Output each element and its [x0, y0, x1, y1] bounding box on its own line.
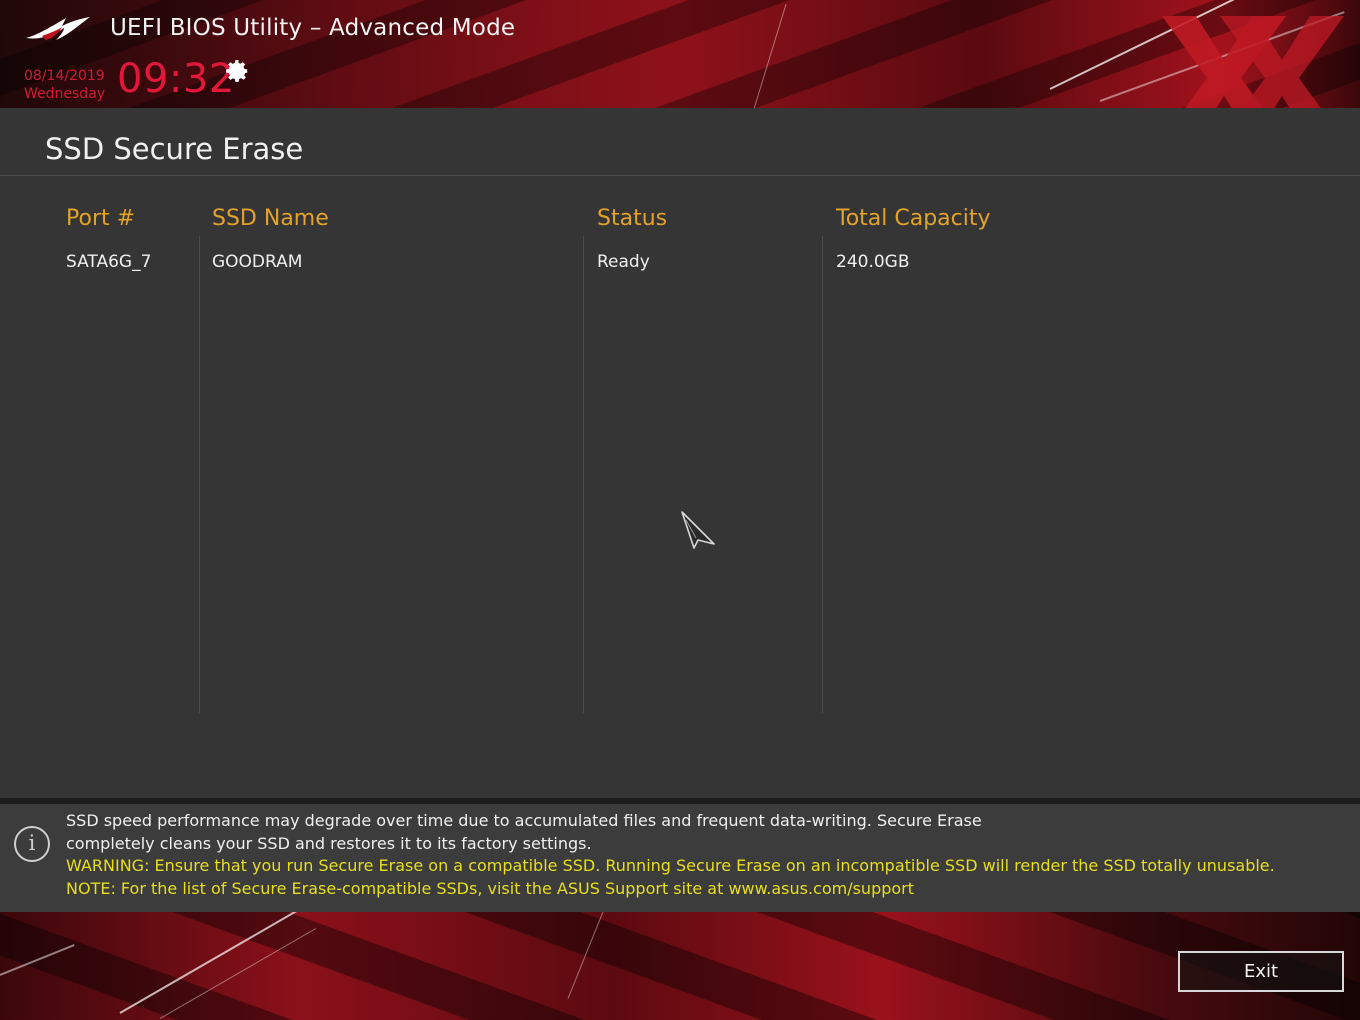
- weekday-text: Wednesday: [24, 86, 106, 102]
- title-divider: [0, 175, 1360, 176]
- note-text: NOTE: For the list of Secure Erase-compa…: [66, 878, 915, 898]
- rog-logo-icon: [26, 17, 90, 40]
- decorative-streak: [747, 4, 787, 108]
- info-icon: i: [14, 826, 50, 862]
- bottom-footer: Exit: [0, 912, 1360, 1020]
- column-divider: [199, 236, 200, 713]
- top-header: UEFI BIOS Utility – Advanced Mode 08/14/…: [0, 0, 1360, 108]
- cell-status[interactable]: Ready: [597, 252, 650, 272]
- info-line: completely cleans your SSD and restores …: [66, 833, 592, 853]
- decorative-streak: [567, 912, 605, 999]
- exit-button[interactable]: Exit: [1178, 951, 1344, 992]
- column-header-port: Port #: [66, 206, 136, 231]
- column-divider: [822, 236, 823, 713]
- cell-ssd-name[interactable]: GOODRAM: [212, 252, 302, 272]
- warning-text: WARNING: Ensure that you run Secure Eras…: [66, 856, 1275, 875]
- page-title: SSD Secure Erase: [45, 132, 304, 166]
- date-text: 08/14/2019: [24, 68, 105, 84]
- info-bar: i SSD speed performance may degrade over…: [0, 798, 1360, 912]
- cell-port[interactable]: SATA6G_7: [66, 252, 151, 272]
- column-divider: [583, 236, 584, 713]
- decorative-streak: [0, 944, 75, 976]
- date-display: 08/14/2019 Wednesday: [24, 67, 105, 103]
- decorative-streak: [119, 912, 303, 1014]
- column-header-ssd-name: SSD Name: [212, 206, 329, 231]
- decorative-streak: [159, 928, 317, 1019]
- app-title: UEFI BIOS Utility – Advanced Mode: [110, 15, 516, 41]
- main-panel: SSD Secure Erase Port # SSD Name Status …: [0, 108, 1360, 798]
- column-header-capacity: Total Capacity: [836, 206, 991, 231]
- column-header-status: Status: [597, 206, 668, 231]
- clock-display: 09:32: [117, 56, 235, 102]
- mouse-cursor-icon: [681, 511, 715, 549]
- info-text: SSD speed performance may degrade over t…: [66, 810, 1275, 900]
- cell-capacity[interactable]: 240.0GB: [836, 252, 910, 272]
- gear-icon[interactable]: [224, 58, 250, 84]
- info-line: SSD speed performance may degrade over t…: [66, 811, 982, 830]
